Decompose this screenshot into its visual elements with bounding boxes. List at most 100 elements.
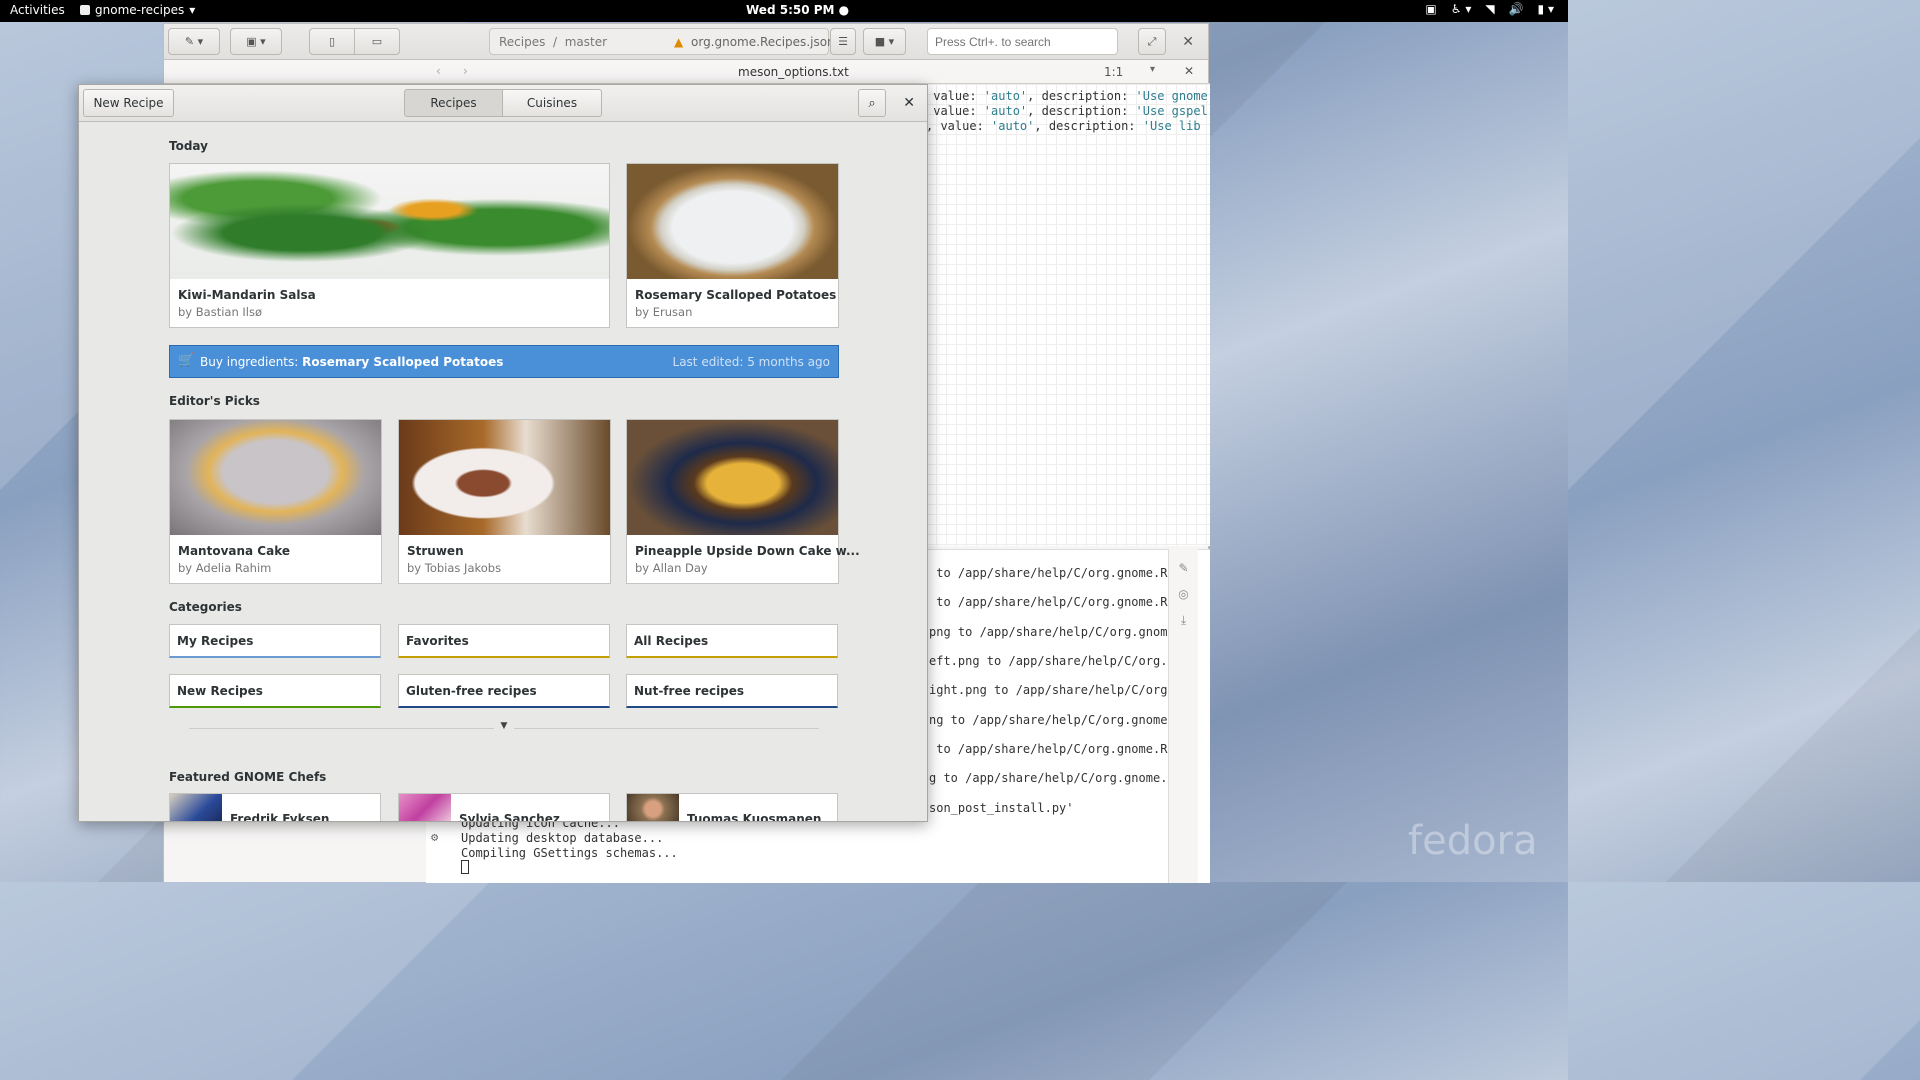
- section-title-chefs: Featured GNOME Chefs: [169, 770, 327, 784]
- volume-icon[interactable]: 🔊: [1509, 2, 1524, 16]
- builder-headerbar: ✎ ▾ ▣ ▾ ▯ ▭ Recipes / master ▲ org.gnome…: [164, 24, 1208, 60]
- recipe-card[interactable]: Mantovana Cake by Adelia Rahim: [169, 419, 382, 584]
- category-all-recipes[interactable]: All Recipes: [626, 624, 838, 658]
- chef-name: Sylvia Sanchez: [459, 812, 560, 822]
- chef-name: Fredrik Fyksen: [230, 812, 330, 822]
- search-button[interactable]: ⌕: [858, 89, 886, 117]
- stop-icon[interactable]: ◎: [1169, 587, 1198, 601]
- brush-icon: ✎ ▾: [184, 35, 204, 48]
- recipe-author: by Erusan: [635, 305, 693, 319]
- recipe-image: [399, 420, 610, 535]
- category-new-recipes[interactable]: New Recipes: [169, 674, 381, 708]
- path-branch: master: [564, 34, 608, 49]
- terminal-sidebar: ✎ ◎ ⤓: [1168, 549, 1198, 883]
- code-editor[interactable]: value: 'auto', description: 'Use gnome v…: [926, 84, 1210, 546]
- recipe-author: by Bastian Ilsø: [178, 305, 262, 319]
- terminal-line: png to /app/share/help/C/org.gnom: [929, 625, 1168, 639]
- terminal-line: Updating desktop database...: [461, 831, 664, 845]
- sidebar-icon: ▯: [328, 35, 336, 48]
- clock[interactable]: Wed 5:50 PM ●: [746, 3, 849, 17]
- editor-tab-strip: ‹ › meson_options.txt 1:1 ▾ ✕: [164, 60, 1210, 84]
- toggle-bottom-panel-button[interactable]: ▭: [354, 28, 400, 55]
- category-gluten-free[interactable]: Gluten-free recipes: [398, 674, 610, 708]
- shopping-recipe: Rosemary Scalloped Potatoes: [302, 355, 504, 369]
- terminal-line: Compiling GSettings schemas...: [461, 846, 678, 860]
- close-icon[interactable]: ✕: [903, 95, 915, 111]
- category-my-recipes[interactable]: My Recipes: [169, 624, 381, 658]
- terminal-line: ng to /app/share/help/C/org.gnome: [929, 713, 1168, 727]
- bottom-panel-icon: ▭: [371, 35, 383, 48]
- build-button[interactable]: ✎ ▾: [168, 28, 220, 55]
- activities-button[interactable]: Activities: [10, 3, 65, 17]
- tab-cuisines[interactable]: Cuisines: [503, 89, 602, 117]
- section-title-editors-picks: Editor's Picks: [169, 394, 260, 408]
- chef-name: Tuomas Kuosmanen: [687, 812, 822, 822]
- category-nut-free[interactable]: Nut-free recipes: [626, 674, 838, 708]
- fedora-watermark: fedora: [1408, 818, 1538, 864]
- fullscreen-icon: ⤢: [1147, 34, 1157, 48]
- section-title-categories: Categories: [169, 600, 242, 614]
- chevron-down-icon: ▾: [189, 3, 196, 17]
- top-bar: Activities gnome-recipes ▾ Wed 5:50 PM ● …: [0, 0, 1568, 22]
- clear-icon[interactable]: ✎: [1169, 561, 1198, 575]
- terminal-line: g to /app/share/help/C/org.gnome.: [929, 771, 1168, 785]
- close-icon[interactable]: ✕: [1182, 34, 1194, 50]
- terminal-cursor: [461, 860, 469, 874]
- search-icon: ⌕: [868, 95, 876, 111]
- close-tab-icon[interactable]: ✕: [1184, 64, 1194, 78]
- run-button[interactable]: ▣ ▾: [230, 28, 282, 55]
- category-favorites[interactable]: Favorites: [398, 624, 610, 658]
- run-icon: ▣ ▾: [246, 35, 266, 48]
- wifi-icon[interactable]: ◥: [1485, 2, 1494, 16]
- code-line: , value: 'auto', description: 'Use lib: [926, 119, 1201, 133]
- screen-icon[interactable]: ▣: [1425, 2, 1436, 16]
- settings-icon[interactable]: ⚙: [431, 830, 438, 844]
- chef-card[interactable]: Fredrik Fyksen: [169, 793, 381, 822]
- recipe-title: Kiwi-Mandarin Salsa: [178, 288, 316, 302]
- fullscreen-button[interactable]: ⤢: [1138, 28, 1166, 55]
- project-path-bar[interactable]: Recipes / master ▲ org.gnome.Recipes.jso…: [489, 28, 835, 55]
- accessibility-icon[interactable]: ♿ ▾: [1451, 2, 1472, 16]
- search-input[interactable]: [927, 28, 1118, 55]
- recipe-card[interactable]: Rosemary Scalloped Potatoes by Erusan: [626, 163, 839, 328]
- build-log-button[interactable]: ☰: [830, 28, 856, 55]
- save-icon[interactable]: ⤓: [1169, 613, 1198, 628]
- tab-recipes[interactable]: Recipes: [404, 89, 503, 117]
- editor-tab-title[interactable]: meson_options.txt: [738, 65, 849, 79]
- battery-icon[interactable]: ▮ ▾: [1538, 2, 1554, 16]
- system-tray[interactable]: ▣ ♿ ▾ ◥ 🔊 ▮ ▾: [1425, 2, 1554, 16]
- recipe-title: Struwen: [407, 544, 464, 558]
- last-edited: Last edited: 5 months ago: [672, 355, 830, 369]
- app-menu[interactable]: gnome-recipes ▾: [80, 3, 195, 17]
- chef-card[interactable]: Sylvia Sanchez: [398, 793, 610, 822]
- view-switcher: Recipes Cuisines: [404, 89, 602, 117]
- recipe-image: [170, 420, 381, 535]
- recipe-card[interactable]: Struwen by Tobias Jakobs: [398, 419, 611, 584]
- recipe-card[interactable]: Kiwi-Mandarin Salsa by Bastian Ilsø: [169, 163, 610, 328]
- chevron-down-icon[interactable]: ▾: [1150, 64, 1155, 75]
- chevron-down-icon[interactable]: ▼: [494, 721, 514, 735]
- recipe-title: Mantovana Cake: [178, 544, 291, 558]
- chef-card[interactable]: Tuomas Kuosmanen: [626, 793, 838, 822]
- recipes-headerbar: New Recipe Recipes Cuisines ⌕ ✕: [79, 85, 927, 122]
- new-recipe-button[interactable]: New Recipe: [83, 89, 174, 117]
- recipe-author: by Adelia Rahim: [178, 561, 272, 575]
- terminal-line: son_post_install.py': [929, 801, 1074, 815]
- terminal-line: ight.png to /app/share/help/C/org: [929, 683, 1168, 697]
- toggle-left-panel-button[interactable]: ▯: [309, 28, 355, 55]
- recipes-window: New Recipe Recipes Cuisines ⌕ ✕ Today Ki…: [78, 84, 928, 822]
- recipe-card[interactable]: Pineapple Upside Down Cake w... by Allan…: [626, 419, 860, 584]
- recipe-image: [627, 420, 838, 535]
- recipe-author: by Allan Day: [635, 561, 708, 575]
- forward-icon[interactable]: ›: [463, 64, 468, 78]
- cursor-position: 1:1: [1104, 65, 1124, 79]
- stop-button[interactable]: ■ ▾: [863, 28, 906, 55]
- recipe-title: Pineapple Upside Down Cake w...: [635, 544, 860, 558]
- cart-icon: 🛒: [178, 353, 195, 368]
- expand-divider: ▼: [189, 721, 819, 735]
- back-icon[interactable]: ‹: [436, 64, 441, 78]
- terminal-line: eft.png to /app/share/help/C/org.: [929, 654, 1168, 668]
- shopping-banner[interactable]: 🛒 Buy ingredients: Rosemary Scalloped Po…: [169, 345, 839, 378]
- code-line: value: 'auto', description: 'Use gnome: [926, 89, 1208, 103]
- shopping-label: Buy ingredients:: [200, 355, 299, 369]
